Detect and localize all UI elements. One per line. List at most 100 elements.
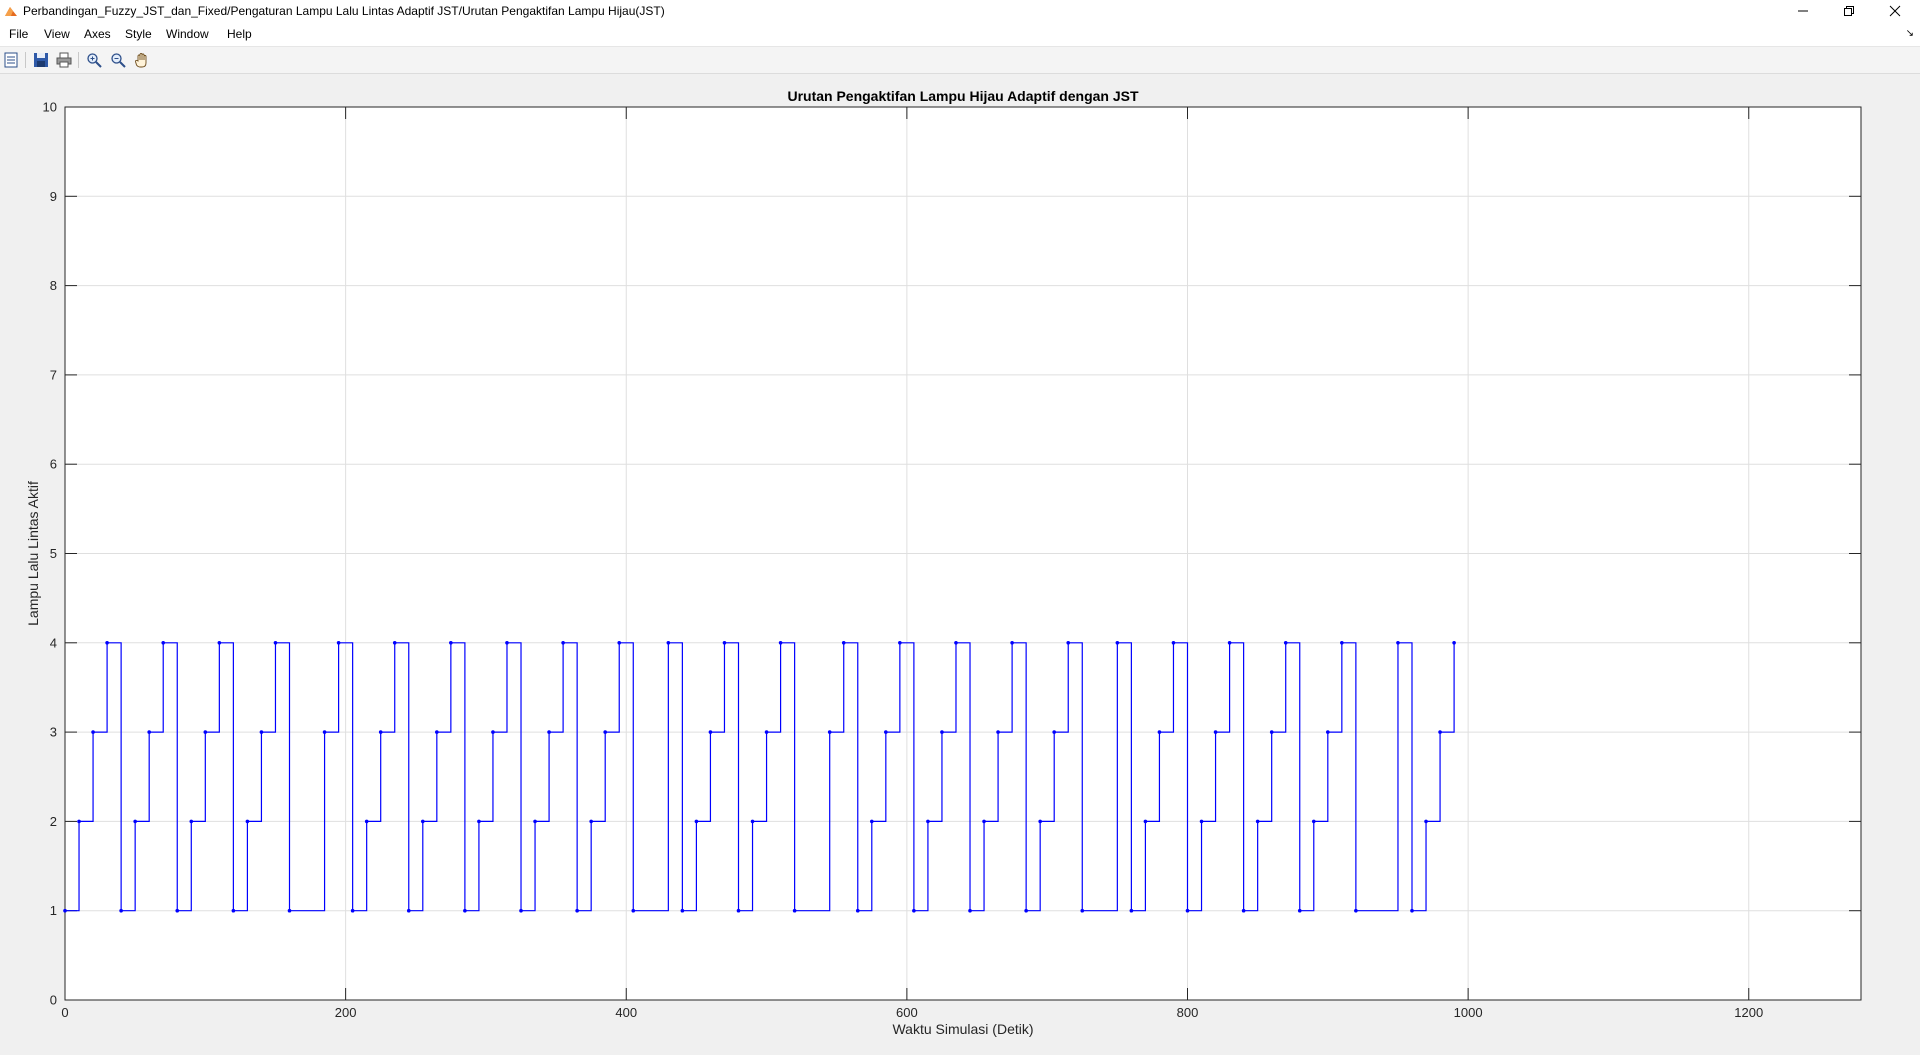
zoom-out-button[interactable]: [108, 50, 128, 70]
data-point: [736, 908, 741, 913]
close-icon: [1889, 5, 1901, 17]
data-point: [420, 819, 425, 824]
print-icon: [56, 52, 72, 68]
data-point: [161, 641, 166, 645]
x-tick-label: 1200: [1734, 1005, 1763, 1020]
data-point: [322, 730, 327, 734]
y-tick-label: 5: [50, 546, 57, 561]
data-point: [1283, 641, 1288, 645]
menu-view[interactable]: View: [44, 27, 70, 41]
data-point: [231, 908, 236, 913]
data-point: [869, 819, 874, 824]
menu-help[interactable]: Help: [227, 27, 252, 41]
save-button[interactable]: [31, 50, 51, 70]
toolbar-separator: [25, 52, 26, 68]
x-tick-label: 1000: [1454, 1005, 1483, 1020]
window-title: Perbandingan_Fuzzy_JST_dan_Fixed/Pengatu…: [23, 4, 665, 18]
print-button[interactable]: [54, 50, 74, 70]
y-tick-label: 4: [50, 635, 57, 650]
data-point: [392, 641, 397, 645]
y-axis-label: Lampu Lalu Lintas Aktif: [25, 481, 41, 626]
data-point: [982, 819, 986, 824]
data-point: [617, 641, 622, 645]
data-point: [827, 730, 832, 734]
data-point: [680, 908, 685, 913]
data-point: [1340, 641, 1344, 645]
x-tick-label: 400: [615, 1005, 637, 1020]
menu-axes[interactable]: Axes: [84, 27, 111, 41]
data-point: [1227, 641, 1232, 645]
data-point: [547, 730, 551, 734]
data-point: [764, 730, 769, 734]
data-point: [1213, 730, 1218, 734]
data-point: [203, 730, 208, 734]
data-point: [1326, 730, 1330, 734]
save-icon: [34, 53, 48, 67]
x-tick-label: 800: [1177, 1005, 1199, 1020]
data-point: [119, 908, 123, 913]
zoom-in-button[interactable]: [84, 50, 104, 70]
data-point: [147, 730, 151, 734]
menu-bar: File View Axes Style Window Help: [0, 22, 1920, 47]
y-tick-label: 8: [50, 278, 57, 293]
figure-toolbar: [0, 47, 1920, 74]
data-point: [1024, 908, 1028, 913]
data-point: [968, 908, 972, 913]
data-point: [589, 819, 593, 824]
menu-file[interactable]: File: [9, 27, 28, 41]
data-point: [350, 908, 355, 913]
data-point: [1354, 908, 1358, 913]
data-point: [996, 730, 1000, 734]
data-point: [519, 908, 523, 913]
data-point: [954, 641, 958, 645]
y-tick-label: 6: [50, 457, 57, 472]
data-point: [1157, 730, 1162, 734]
data-point: [722, 641, 727, 645]
data-point: [406, 908, 411, 913]
data-point: [603, 730, 608, 734]
property-editor-button[interactable]: [1, 50, 21, 70]
data-point: [1080, 908, 1085, 913]
y-tick-label: 10: [43, 100, 57, 115]
chart-title: Urutan Pengaktifan Lampu Hijau Adaptif d…: [787, 88, 1139, 104]
data-point: [898, 641, 902, 645]
data-point: [631, 908, 636, 913]
data-point: [1410, 908, 1414, 913]
pan-button[interactable]: [132, 50, 152, 70]
data-point: [1297, 908, 1302, 913]
zoom-in-icon: [87, 53, 102, 68]
data-point: [1185, 908, 1190, 913]
data-point: [533, 819, 537, 824]
restore-button[interactable]: [1826, 0, 1872, 22]
data-point: [63, 908, 67, 913]
menu-style[interactable]: Style: [125, 27, 152, 41]
data-point: [912, 908, 916, 913]
data-point: [750, 819, 755, 824]
data-point: [189, 819, 194, 824]
data-point: [273, 641, 278, 645]
data-point: [1129, 908, 1134, 913]
close-button[interactable]: [1872, 0, 1918, 22]
dock-arrow-icon[interactable]: ↘: [1906, 28, 1914, 39]
data-point: [1438, 730, 1442, 734]
data-point: [491, 730, 495, 734]
data-point: [1143, 819, 1148, 824]
data-point: [1311, 819, 1316, 824]
data-point: [364, 819, 369, 824]
data-point: [449, 641, 453, 645]
minimize-button[interactable]: [1780, 0, 1826, 22]
data-point: [91, 730, 95, 734]
data-point: [378, 730, 383, 734]
data-point: [561, 641, 565, 645]
y-tick-label: 7: [50, 367, 57, 382]
data-point: [1010, 641, 1014, 645]
chart-svg: 0 200 400 600 800 1000 1200 0 1 2 3 4 5 6 7 8 9 10 Urutan…: [25, 88, 1862, 1037]
toolbar-separator: [78, 52, 79, 68]
data-point: [778, 641, 783, 645]
data-point: [259, 730, 264, 734]
data-point: [217, 641, 222, 645]
data-point: [463, 908, 467, 913]
matlab-logo-icon: [5, 7, 17, 16]
data-point: [1255, 819, 1260, 824]
menu-window[interactable]: Window: [166, 27, 209, 41]
